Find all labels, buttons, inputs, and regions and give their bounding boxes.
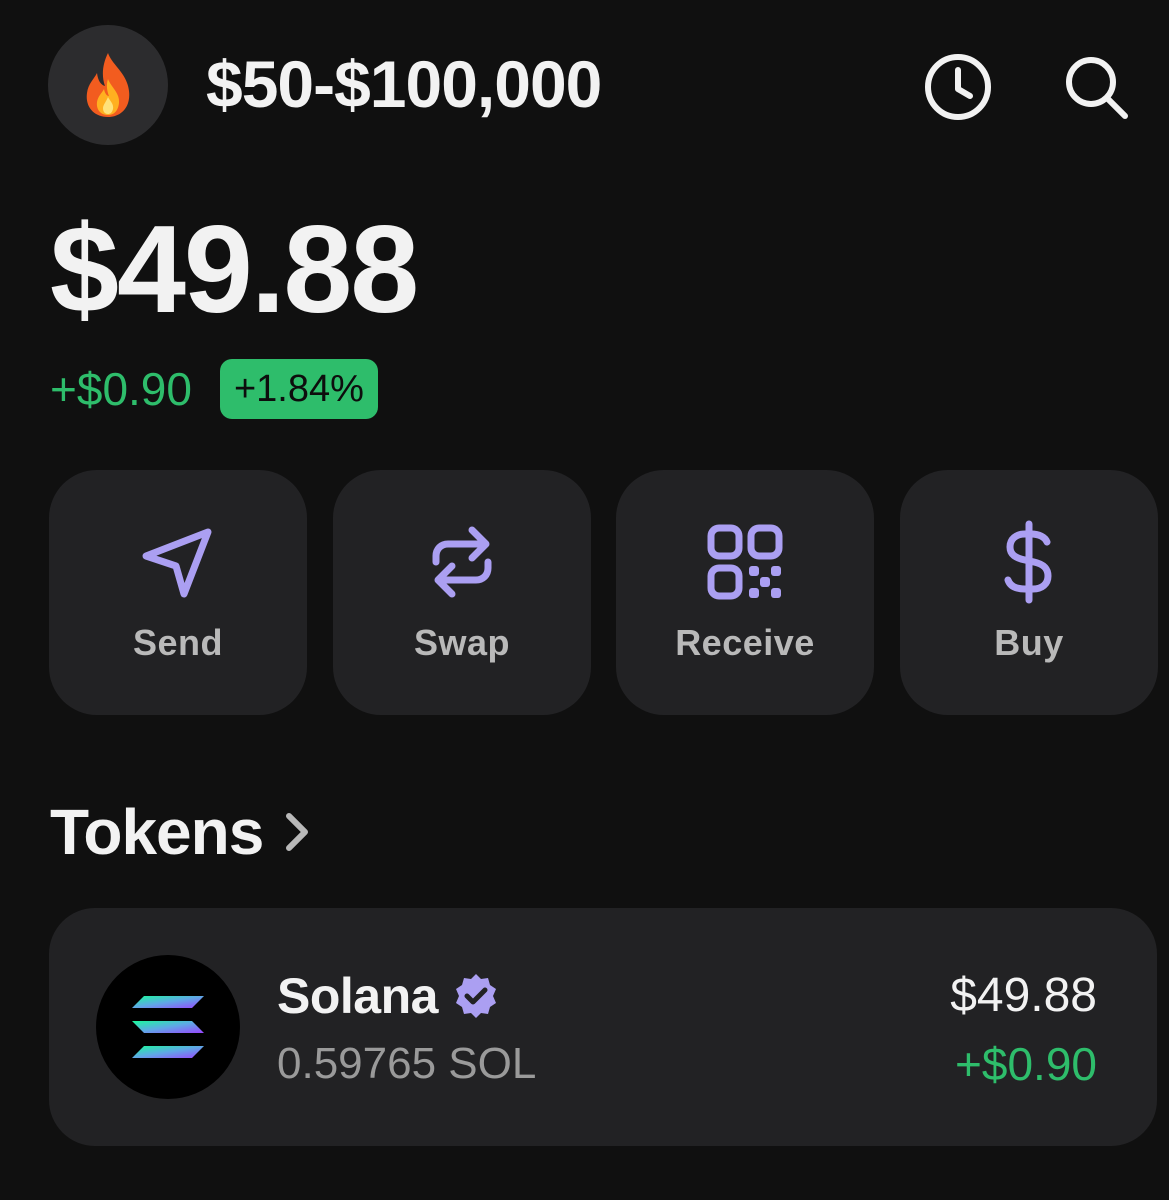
header: $50-$100,000: [0, 0, 1169, 170]
qr-code-icon: [707, 524, 783, 600]
search-button[interactable]: [1056, 47, 1136, 127]
account-name[interactable]: $50-$100,000: [206, 44, 602, 124]
search-icon: [1066, 57, 1128, 119]
token-row-solana[interactable]: Solana 0.59765 SOL $49.88 +$0.90: [49, 908, 1157, 1146]
clock-icon: [925, 54, 991, 120]
chevron-right-icon: [286, 813, 309, 851]
balance-change-amount: +$0.90: [50, 363, 192, 415]
action-buttons: Send Swap Receive Buy: [49, 470, 1159, 715]
send-icon: [142, 528, 212, 598]
balance-change-percent-badge: +1.84%: [219, 359, 378, 419]
token-value: $49.88: [950, 969, 1097, 1022]
token-name-row: Solana: [277, 966, 500, 1026]
solana-icon: [132, 996, 204, 1058]
send-label: Send: [132, 622, 223, 663]
receive-label: Receive: [675, 622, 815, 663]
receive-button[interactable]: Receive: [616, 470, 874, 715]
buy-label: Buy: [994, 622, 1064, 663]
tokens-title: Tokens: [50, 796, 264, 868]
solana-logo-icon: [96, 955, 240, 1099]
send-button[interactable]: Send: [49, 470, 307, 715]
balance-change-row: +$0.90 +1.84%: [50, 358, 378, 420]
tokens-section-header[interactable]: Tokens: [50, 795, 313, 869]
verified-badge-icon: [455, 974, 496, 1018]
swap-button[interactable]: Swap: [333, 470, 591, 715]
token-amount: 0.59765 SOL: [277, 1039, 537, 1088]
token-name: Solana: [277, 968, 438, 1024]
history-button[interactable]: [918, 47, 998, 127]
dollar-icon: [1004, 520, 1052, 604]
total-balance: $49.88: [50, 201, 419, 339]
swap-label: Swap: [413, 622, 511, 663]
buy-button[interactable]: Buy: [900, 470, 1158, 715]
fire-icon: [86, 53, 130, 117]
token-change: +$0.90: [955, 1038, 1097, 1090]
account-avatar[interactable]: [48, 25, 168, 145]
swap-icon: [432, 526, 492, 598]
